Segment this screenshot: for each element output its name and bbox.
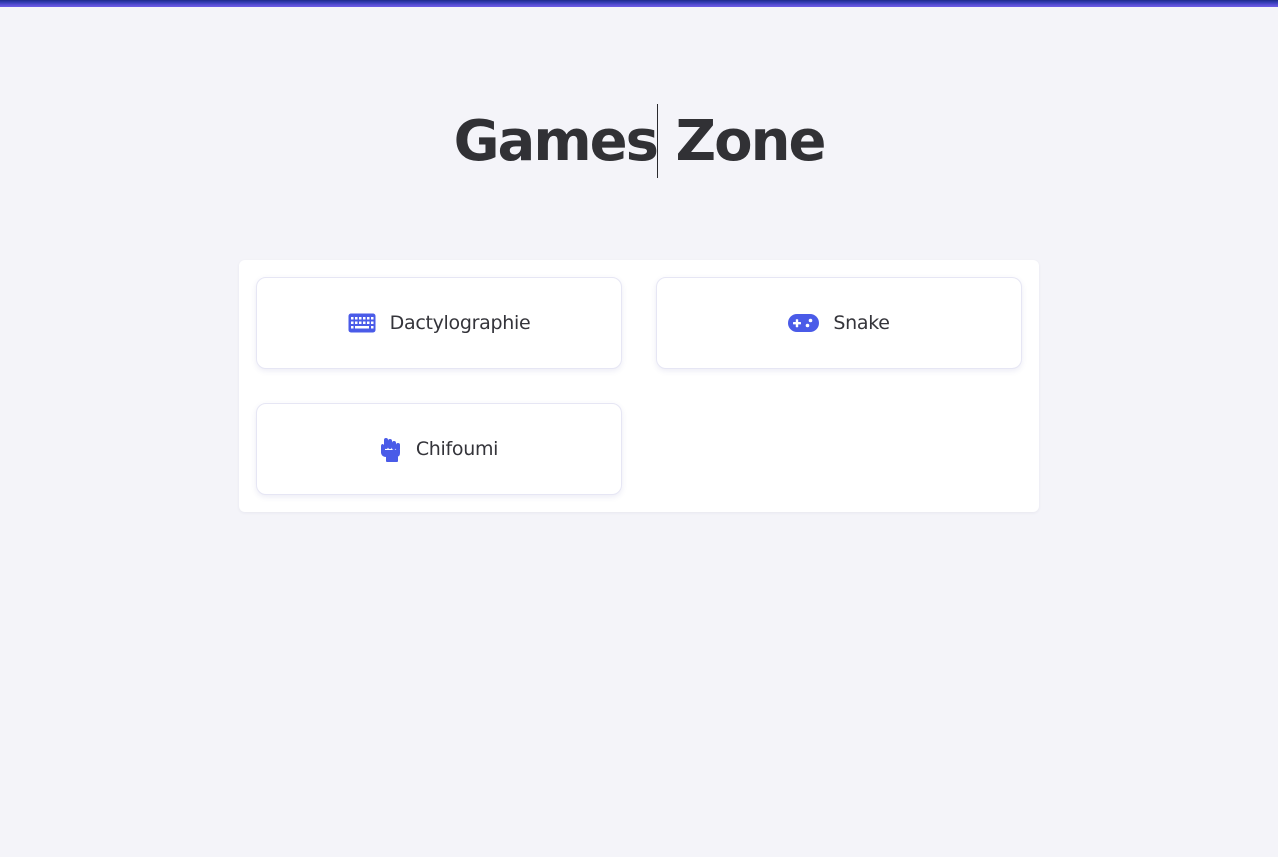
game-card-dactylographie[interactable]: Dactylographie — [256, 277, 622, 369]
games-panel: Dactylographie Snake Chifoumi — [239, 260, 1039, 512]
top-accent-bar — [0, 0, 1278, 7]
game-card-snake[interactable]: Snake — [656, 277, 1022, 369]
page-title-container: Games Zone — [0, 104, 1278, 180]
gamepad-icon — [788, 313, 820, 333]
page-title-part2: Zone — [658, 109, 826, 174]
game-card-chifoumi[interactable]: Chifoumi — [256, 403, 622, 495]
game-card-label: Dactylographie — [389, 312, 531, 334]
page-title-part1: Games — [453, 109, 659, 174]
game-card-label: Chifoumi — [415, 438, 499, 460]
fist-icon — [380, 436, 402, 462]
keyboard-icon — [348, 313, 376, 333]
page-title: Games Zone — [453, 104, 826, 180]
game-card-label: Snake — [833, 312, 890, 334]
